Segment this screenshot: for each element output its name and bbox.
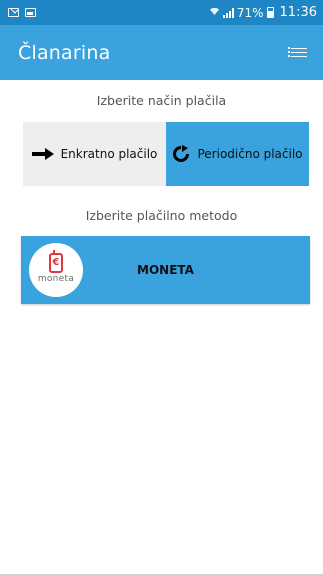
signal-icon bbox=[222, 7, 234, 18]
payment-mode-toggle: Enkratno plačilo Periodično plačilo bbox=[23, 122, 309, 186]
moneta-logo-text: moneta bbox=[37, 273, 75, 284]
payment-method-label: Izberite plačilno metodo bbox=[85, 208, 238, 223]
mail-icon bbox=[8, 8, 19, 17]
one-time-payment-button[interactable]: Enkratno plačilo bbox=[23, 122, 166, 186]
payment-mode-label: Izberite način plačila bbox=[96, 93, 227, 108]
wifi-icon bbox=[209, 6, 220, 19]
gallery-icon bbox=[25, 8, 36, 17]
moneta-logo: € moneta bbox=[29, 243, 83, 297]
battery-icon bbox=[266, 7, 274, 18]
battery-percent: 71% bbox=[236, 5, 264, 20]
status-left bbox=[8, 8, 36, 17]
clock: 11:36 bbox=[279, 5, 317, 20]
page-title: Članarina bbox=[18, 41, 111, 64]
periodic-payment-label: Periodično plačilo bbox=[197, 147, 303, 161]
status-right: 71% 11:36 bbox=[209, 5, 317, 20]
moneta-phone-icon: € bbox=[49, 249, 63, 273]
refresh-icon bbox=[173, 145, 190, 162]
status-bar: 71% 11:36 bbox=[0, 0, 323, 25]
app-bar: Članarina bbox=[0, 25, 323, 80]
payment-method-moneta[interactable]: € moneta MONETA bbox=[21, 236, 310, 304]
one-time-payment-label: Enkratno plačilo bbox=[60, 147, 158, 161]
arrow-right-icon bbox=[31, 148, 54, 160]
periodic-payment-button[interactable]: Periodično plačilo bbox=[166, 122, 309, 186]
screen: 71% 11:36 Članarina Izberite način plači… bbox=[0, 0, 323, 576]
list-menu-icon[interactable] bbox=[288, 47, 307, 59]
